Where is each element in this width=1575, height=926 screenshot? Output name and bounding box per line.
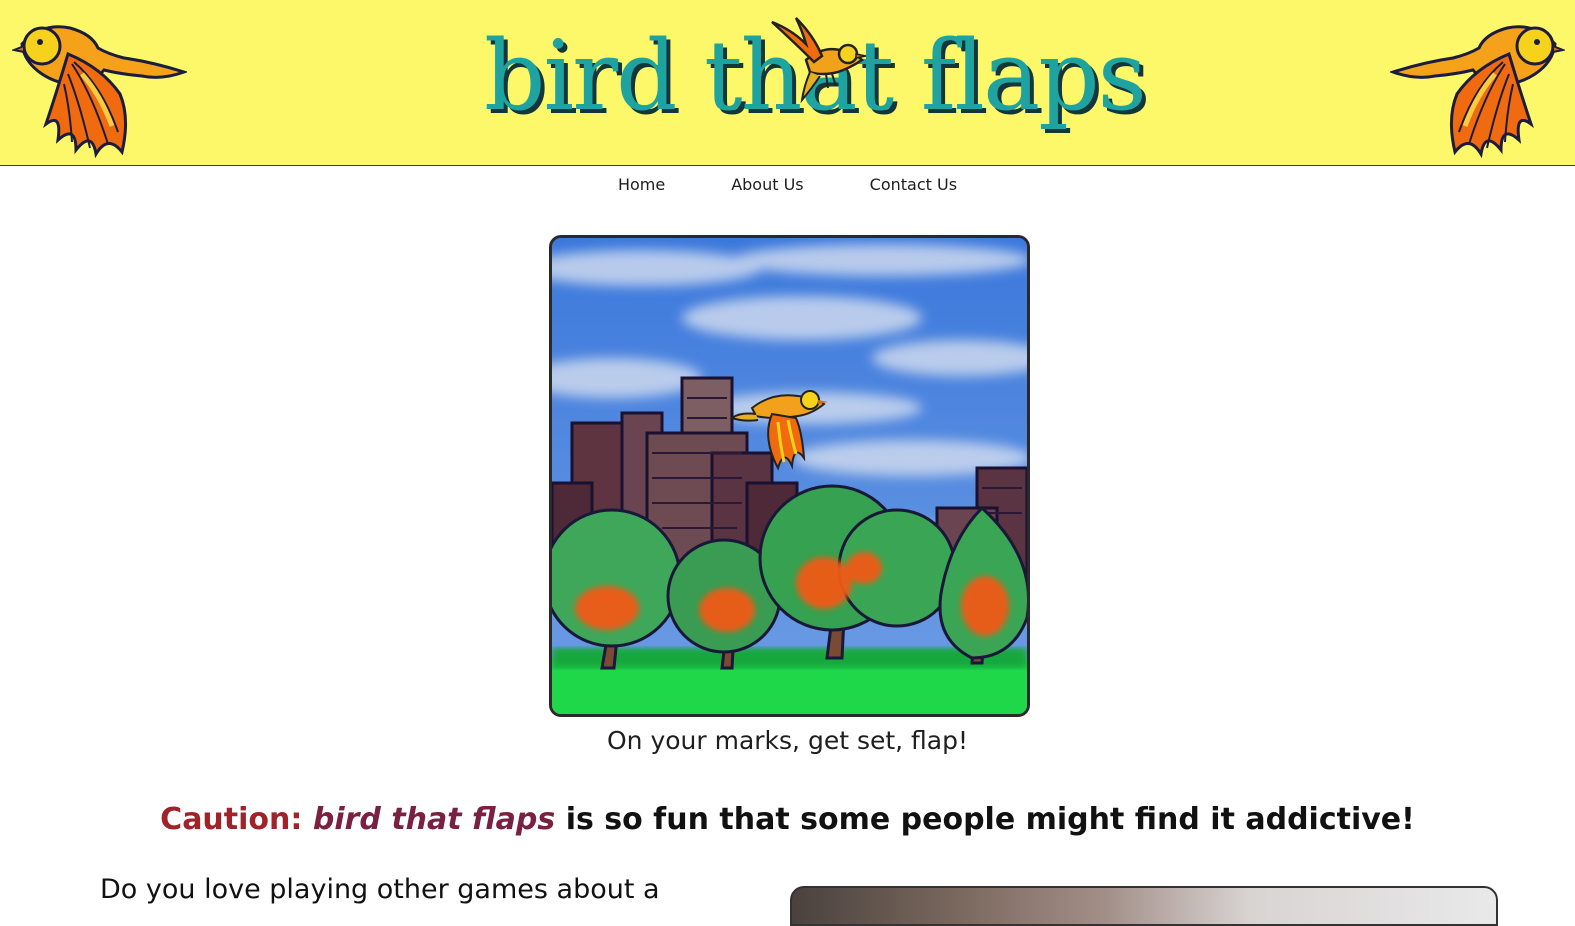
intro-photo xyxy=(790,886,1498,926)
nav-link-contact-us[interactable]: Contact Us xyxy=(837,166,990,206)
park-skyline-illustration xyxy=(552,238,1027,714)
nav-link-about-us[interactable]: About Us xyxy=(698,166,836,206)
hero-caption: On your marks, get set, flap! xyxy=(606,726,969,755)
flying-bird-icon xyxy=(12,25,187,159)
caution-label: Caution: xyxy=(160,802,303,837)
hero-illustration xyxy=(549,235,1030,717)
site-banner: bird that flaps xyxy=(0,0,1575,166)
main-nav: Home About Us Contact Us xyxy=(0,166,1575,206)
nav-link-home[interactable]: Home xyxy=(585,166,698,206)
intro-paragraph: Do you love playing other games about a xyxy=(100,874,660,905)
caution-banner: Caution: bird that flaps is so fun that … xyxy=(0,802,1575,837)
caution-brand-name: bird that flaps xyxy=(312,802,556,837)
bird-icon xyxy=(771,17,867,104)
caution-message: is so fun that some people might find it… xyxy=(565,802,1415,837)
flying-bird-icon xyxy=(1390,25,1565,159)
